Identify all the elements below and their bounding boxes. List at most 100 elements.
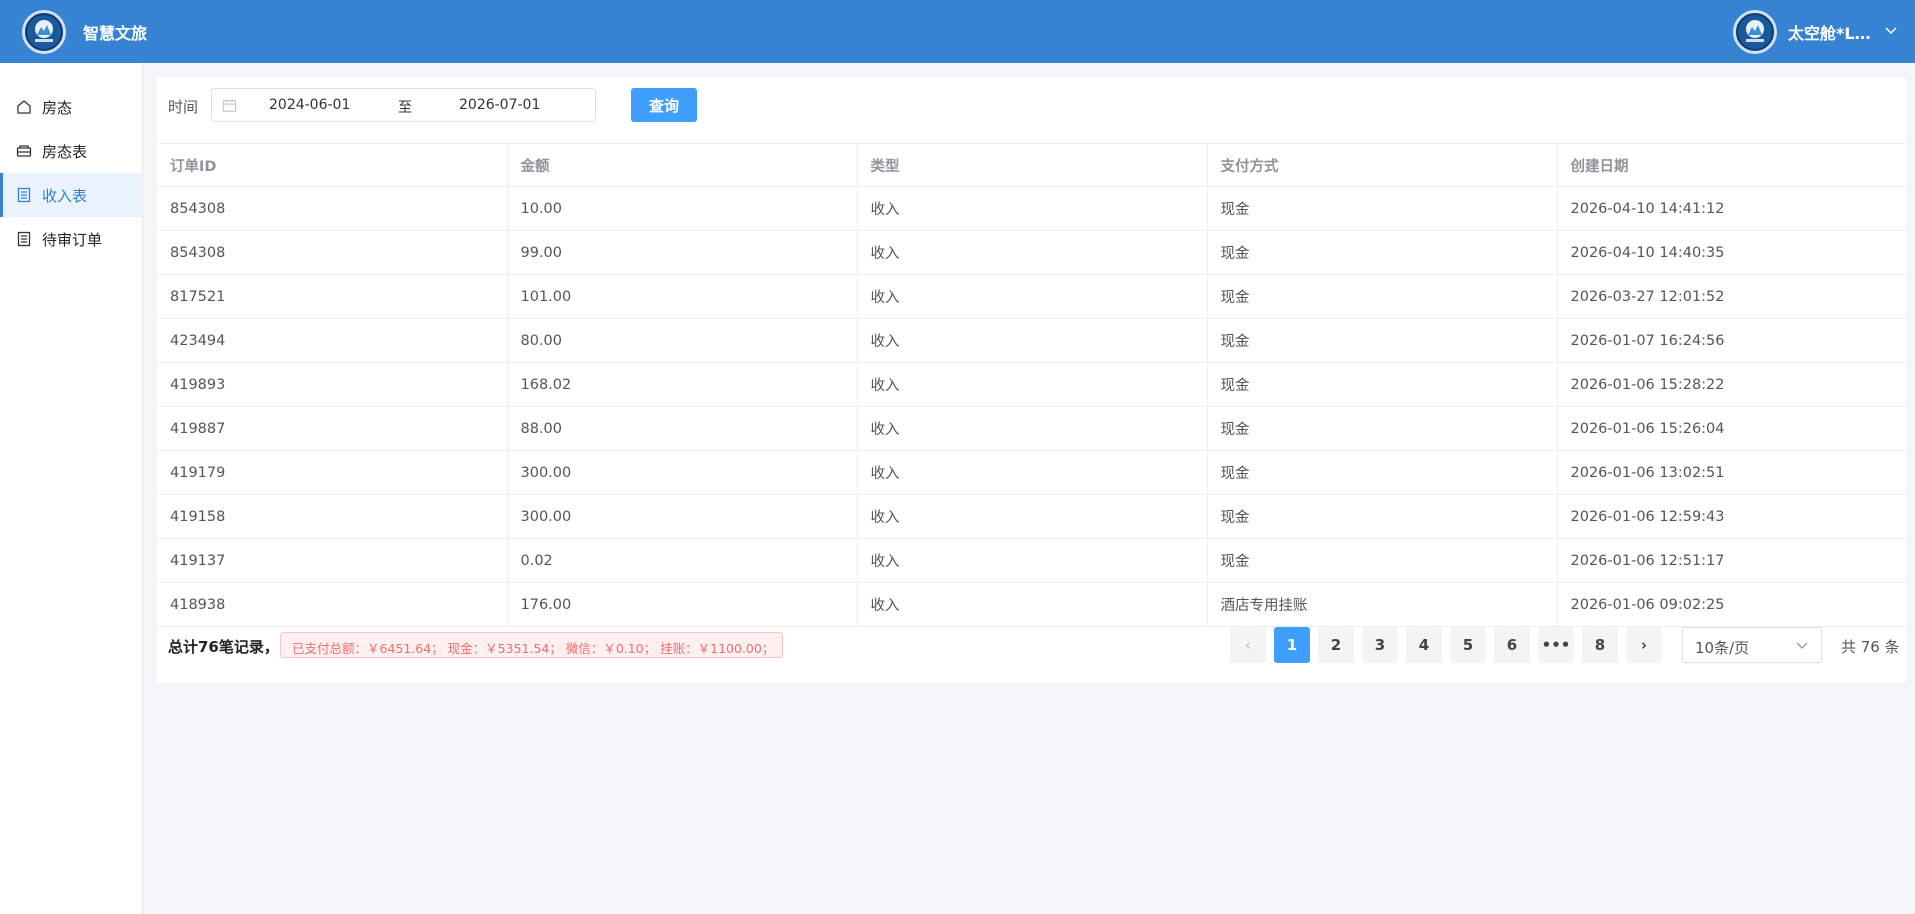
table-cell: 收入 (857, 538, 1208, 583)
table-cell: 收入 (857, 450, 1208, 495)
city-logo-icon (22, 10, 66, 54)
date-range-picker[interactable]: 2024-06-01 至 2026-07-01 (211, 88, 596, 122)
table-cell: 101.00 (507, 274, 858, 319)
table-cell: 10.00 (507, 186, 858, 231)
table-cell: 419179 (157, 450, 508, 495)
column-header: 创建日期 (1557, 143, 1906, 187)
chevron-down-icon (1796, 642, 1808, 649)
page-button[interactable]: 8 (1582, 627, 1618, 663)
table-cell: 300.00 (507, 450, 858, 495)
page-size-value: 10条/页 (1695, 639, 1750, 657)
table-cell: 2026-01-06 09:02:25 (1557, 582, 1906, 627)
table-cell: 423494 (157, 318, 508, 363)
table-cell: 418938 (157, 582, 508, 627)
table-cell: 2026-01-06 13:02:51 (1557, 450, 1906, 495)
table-row: 418938 176.00 收入 酒店专用挂账 2026-01-06 09:02:25 (157, 582, 1906, 627)
table-cell: 2026-01-07 16:24:56 (1557, 318, 1906, 363)
table-cell: 现金 (1207, 538, 1558, 583)
table-row: 419137 0.02 收入 现金 2026-01-06 12:51:17 (157, 538, 1906, 583)
column-header: 类型 (857, 143, 1208, 187)
total-records-text: 总计76笔记录， (168, 638, 279, 656)
sidebar-item-label: 房态 (42, 98, 73, 117)
column-header: 订单ID (157, 143, 508, 187)
more-pages-button[interactable]: ••• (1538, 627, 1574, 663)
table-footer: 总计76笔记录， 已支付总额：￥6451.64； 现金：￥5351.54； 微信… (157, 627, 1906, 667)
table-cell: 0.02 (507, 538, 858, 583)
calendar-icon (222, 99, 237, 112)
table-cell: 300.00 (507, 494, 858, 539)
table-cell: 现金 (1207, 230, 1558, 275)
table-cell: 2026-04-10 14:41:12 (1557, 186, 1906, 231)
table-cell: 88.00 (507, 406, 858, 451)
date-separator: 至 (398, 100, 412, 116)
user-name[interactable]: 太空舱*Lo… (1788, 20, 1880, 44)
table-row: 419158 300.00 收入 现金 2026-01-06 12:59:43 (157, 494, 1906, 539)
page-button[interactable]: 6 (1494, 627, 1530, 663)
table-cell: 2026-01-06 12:59:43 (1557, 494, 1906, 539)
table-cell: 2026-01-06 12:51:17 (1557, 538, 1906, 583)
top-bar: 智慧文旅 太空舱*Lo… (0, 0, 1915, 63)
table-row: 854308 10.00 收入 现金 2026-04-10 14:41:12 (157, 186, 1906, 231)
table-cell: 收入 (857, 362, 1208, 407)
table-cell: 现金 (1207, 274, 1558, 319)
table-header-row: 订单ID 金额 类型 支付方式 创建日期 (157, 143, 1906, 187)
table-cell: 收入 (857, 186, 1208, 231)
table-cell: 419893 (157, 362, 508, 407)
payment-summary-badge: 已支付总额：￥6451.64； 现金：￥5351.54； 微信：￥0.10； 挂… (280, 632, 783, 658)
query-button[interactable]: 查询 (631, 88, 697, 122)
table-cell: 现金 (1207, 318, 1558, 363)
table-cell: 168.02 (507, 362, 858, 407)
table-cell: 99.00 (507, 230, 858, 275)
table-cell: 854308 (157, 230, 508, 275)
total-count: 共 76 条 (1841, 638, 1900, 656)
table-cell: 现金 (1207, 494, 1558, 539)
table-cell: 80.00 (507, 318, 858, 363)
page-button[interactable]: 4 (1406, 627, 1442, 663)
end-date-input[interactable]: 2026-07-01 (459, 97, 540, 113)
sidebar-item-label: 收入表 (42, 186, 88, 205)
column-header: 金额 (507, 143, 858, 187)
table-cell: 现金 (1207, 362, 1558, 407)
pagination: ‹ 1 2 3 4 5 6 ••• 8 › (1230, 627, 1662, 663)
sidebar-item-pending-orders[interactable]: 待审订单 (0, 217, 142, 261)
table-cell: 现金 (1207, 406, 1558, 451)
table-cell: 现金 (1207, 186, 1558, 231)
table-cell: 2026-01-06 15:28:22 (1557, 362, 1906, 407)
prev-page-button[interactable]: ‹ (1230, 627, 1266, 663)
table-cell: 419887 (157, 406, 508, 451)
user-avatar[interactable] (1733, 10, 1777, 54)
table-cell: 419158 (157, 494, 508, 539)
home-icon (16, 99, 32, 115)
table-cell: 854308 (157, 186, 508, 231)
sidebar-item-label: 待审订单 (42, 230, 103, 249)
start-date-input[interactable]: 2024-06-01 (269, 97, 350, 113)
table-row: 854308 99.00 收入 现金 2026-04-10 14:40:35 (157, 230, 1906, 275)
table-cell: 收入 (857, 406, 1208, 451)
table-cell: 现金 (1207, 450, 1558, 495)
table-cell: 收入 (857, 318, 1208, 363)
page-button[interactable]: 5 (1450, 627, 1486, 663)
page-button[interactable]: 1 (1274, 627, 1310, 663)
page-button[interactable]: 3 (1362, 627, 1398, 663)
page-size-select[interactable]: 10条/页 (1682, 627, 1822, 663)
table-cell: 817521 (157, 274, 508, 319)
column-header: 支付方式 (1207, 143, 1558, 187)
table-cell: 2026-03-27 12:01:52 (1557, 274, 1906, 319)
sidebar-item-room-status[interactable]: 房态 (0, 85, 142, 129)
time-label: 时间 (168, 98, 199, 116)
next-page-button[interactable]: › (1626, 627, 1662, 663)
table-row: 419179 300.00 收入 现金 2026-01-06 13:02:51 (157, 450, 1906, 495)
table-cell: 酒店专用挂账 (1207, 582, 1558, 627)
table-row: 419893 168.02 收入 现金 2026-01-06 15:28:22 (157, 362, 1906, 407)
sidebar-item-income-table[interactable]: 收入表 (0, 173, 142, 217)
bed-icon (16, 143, 32, 159)
table-cell: 收入 (857, 274, 1208, 319)
table-cell: 2026-04-10 14:40:35 (1557, 230, 1906, 275)
table-row: 817521 101.00 收入 现金 2026-03-27 12:01:52 (157, 274, 1906, 319)
table-cell: 176.00 (507, 582, 858, 627)
sidebar-item-room-table[interactable]: 房态表 (0, 129, 142, 173)
chevron-down-icon[interactable] (1883, 22, 1899, 38)
table-row: 419887 88.00 收入 现金 2026-01-06 15:26:04 (157, 406, 1906, 451)
document-icon (16, 231, 32, 247)
page-button[interactable]: 2 (1318, 627, 1354, 663)
